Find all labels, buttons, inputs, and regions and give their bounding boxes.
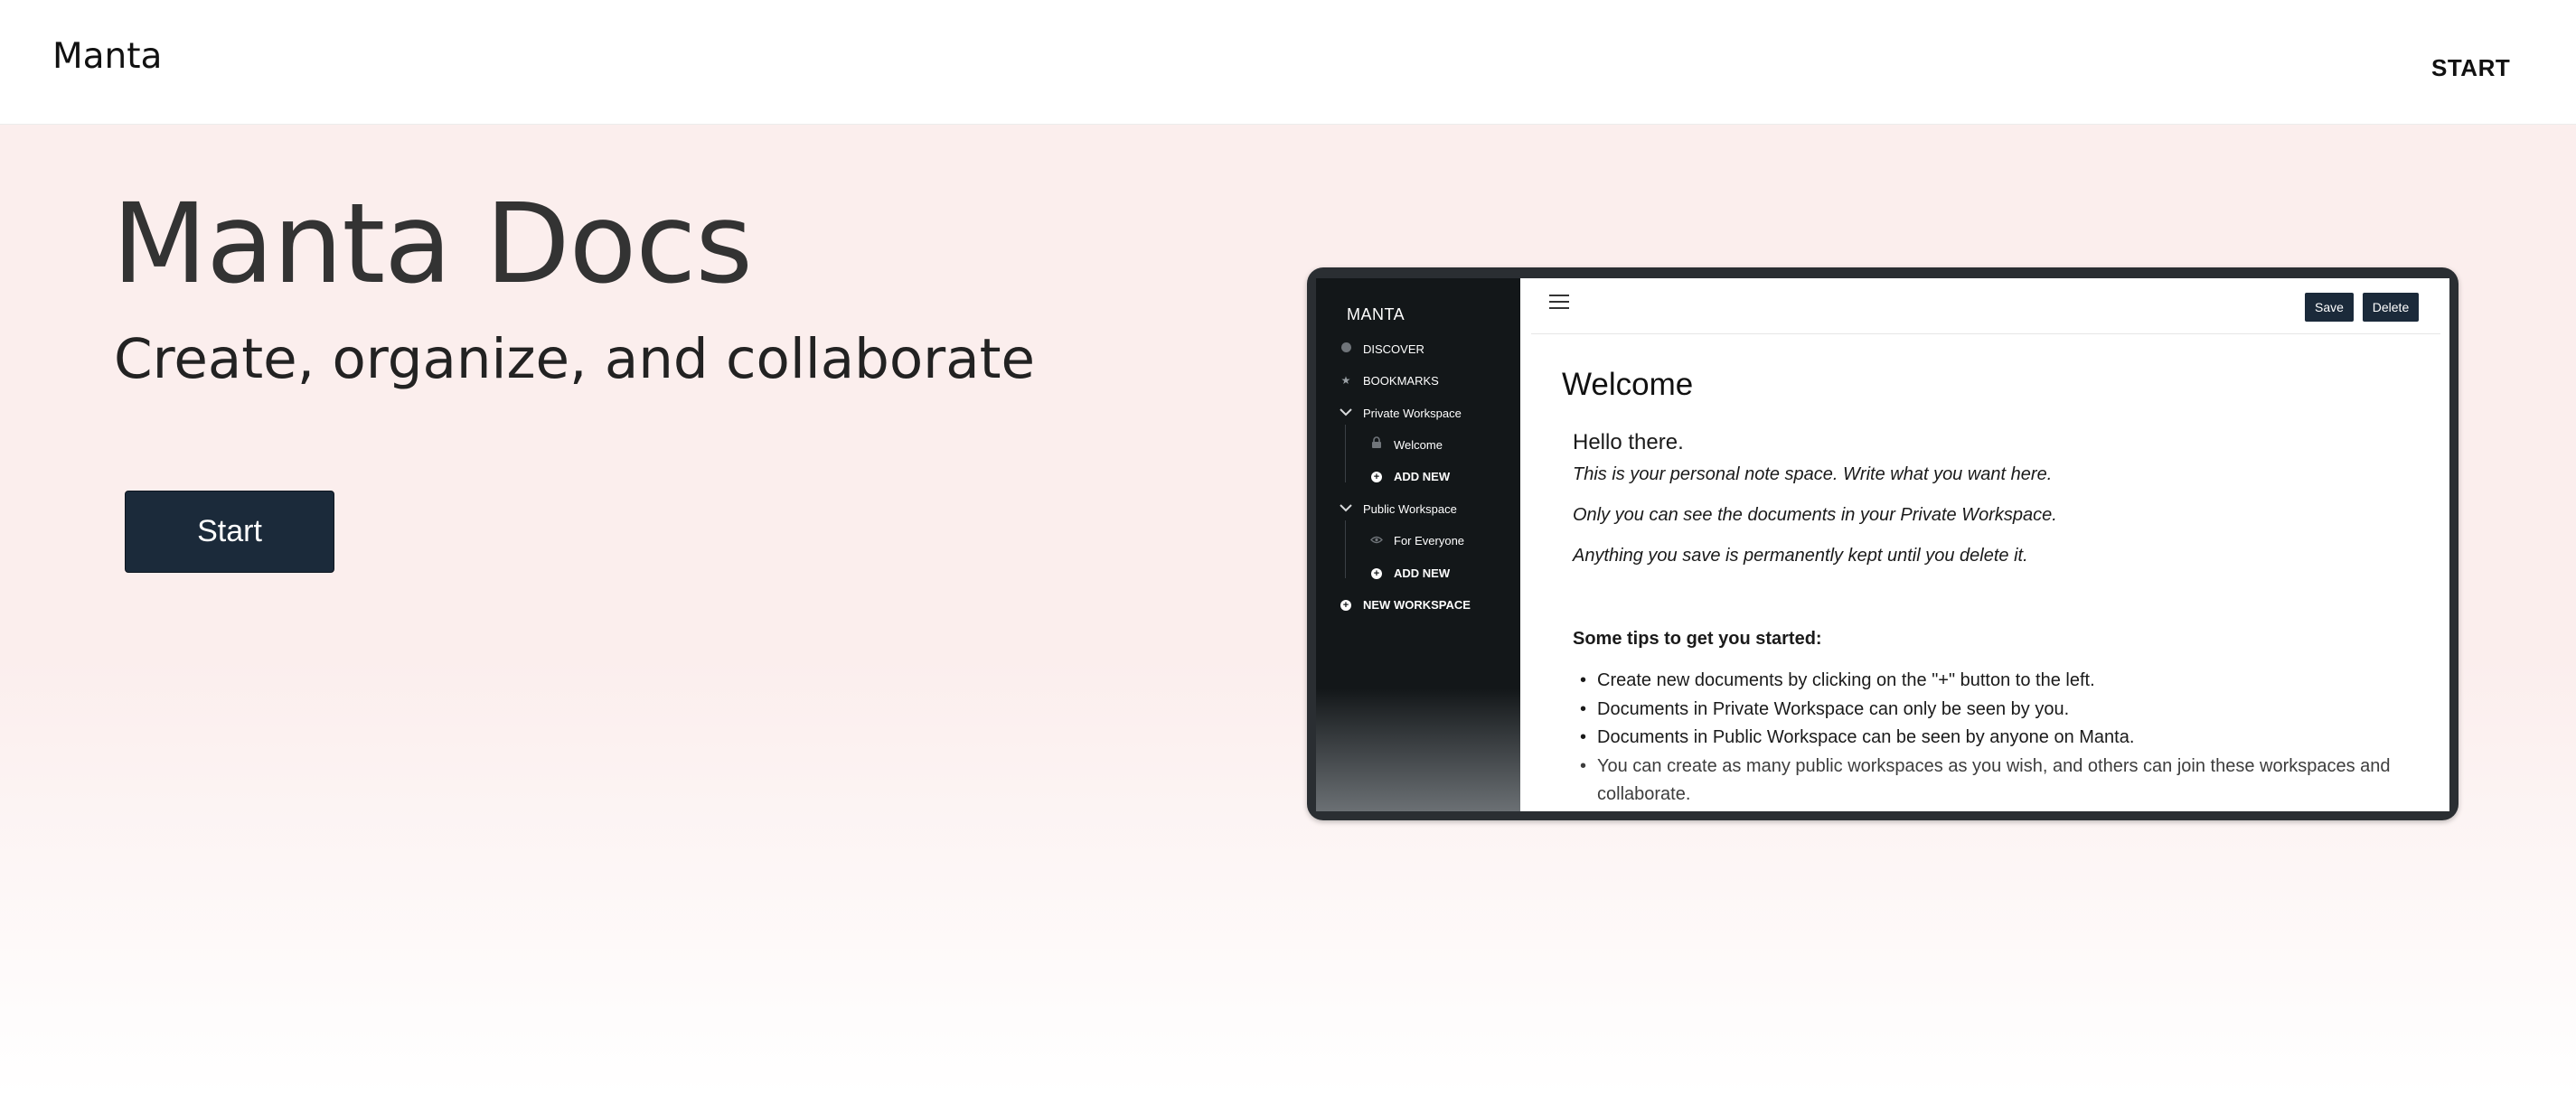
list-item: Documents in Public Workspace can be see… — [1573, 724, 2404, 753]
tree-connector — [1345, 425, 1346, 482]
eye-icon — [1368, 532, 1385, 548]
chevron-down-icon — [1338, 405, 1354, 421]
app-preview-screenshot: MANTA DISCOVER ★ BOOKMARKS Private Works… — [1307, 267, 2458, 820]
sidebar-item-label: For Everyone — [1394, 533, 1465, 548]
chevron-down-icon — [1338, 501, 1354, 517]
plus-circle-icon: + — [1338, 596, 1354, 613]
list-item: Create new documents by clicking on the … — [1573, 667, 2404, 696]
sidebar-item-label: ADD NEW — [1394, 469, 1451, 483]
sidebar-item-public-workspace[interactable]: Public Workspace — [1338, 498, 1457, 519]
document-line: This is your personal note space. Write … — [1573, 464, 2053, 484]
sidebar-item-discover[interactable]: DISCOVER — [1338, 338, 1424, 360]
list-item: You can create as many public workspaces… — [1573, 753, 2404, 810]
sidebar-item-label: NEW WORKSPACE — [1363, 597, 1471, 612]
brand-logo[interactable]: Manta — [52, 36, 162, 77]
sidebar-item-add-new-public[interactable]: + ADD NEW — [1368, 562, 1450, 584]
star-icon: ★ — [1340, 374, 1351, 387]
document-greeting: Hello there. — [1573, 430, 1684, 454]
discover-icon — [1338, 341, 1354, 357]
sidebar-item-label: ADD NEW — [1394, 566, 1451, 580]
start-button[interactable]: Start — [125, 491, 334, 573]
sidebar-item-new-workspace[interactable]: + NEW WORKSPACE — [1338, 594, 1471, 615]
sidebar-item-add-new-private[interactable]: + ADD NEW — [1368, 465, 1450, 487]
save-button[interactable]: Save — [2305, 293, 2354, 322]
hamburger-menu-icon[interactable] — [1549, 295, 1569, 314]
document-line: Anything you save is permanently kept un… — [1573, 546, 2028, 566]
tips-list: Create new documents by clicking on the … — [1573, 667, 2404, 810]
tips-heading: Some tips to get you started: — [1573, 629, 1822, 649]
preview-sidebar: MANTA DISCOVER ★ BOOKMARKS Private Works… — [1316, 278, 1529, 811]
sidebar-item-for-everyone[interactable]: For Everyone — [1368, 529, 1464, 551]
toolbar-divider — [1531, 333, 2440, 334]
hero-title: Manta Docs — [112, 180, 753, 308]
document-title: Welcome — [1562, 367, 1694, 402]
sidebar-item-welcome[interactable]: Welcome — [1368, 434, 1443, 455]
sidebar-item-label: Welcome — [1394, 437, 1443, 452]
sidebar-item-bookmarks[interactable]: ★ BOOKMARKS — [1338, 370, 1439, 391]
sidebar-item-label: BOOKMARKS — [1363, 373, 1439, 388]
tree-connector — [1345, 520, 1346, 578]
preview-editor: Save Delete Welcome Hello there. This is… — [1520, 278, 2449, 811]
preview-sidebar-brand: MANTA — [1347, 305, 1406, 323]
hero-subtitle: Create, organize, and collaborate — [114, 327, 1036, 391]
nav-start-link[interactable]: START — [2431, 54, 2510, 82]
delete-button[interactable]: Delete — [2363, 293, 2419, 322]
sidebar-item-label: Public Workspace — [1363, 501, 1457, 516]
lock-icon — [1368, 436, 1385, 453]
top-nav: Manta START — [0, 0, 2576, 125]
sidebar-item-label: Private Workspace — [1363, 406, 1462, 420]
document-line: Only you can see the documents in your P… — [1573, 505, 2057, 525]
plus-circle-icon: + — [1368, 468, 1385, 484]
plus-circle-icon: + — [1368, 565, 1385, 581]
list-item: Documents in Private Workspace can only … — [1573, 696, 2404, 725]
sidebar-item-private-workspace[interactable]: Private Workspace — [1338, 402, 1462, 424]
sidebar-item-label: DISCOVER — [1363, 342, 1424, 356]
